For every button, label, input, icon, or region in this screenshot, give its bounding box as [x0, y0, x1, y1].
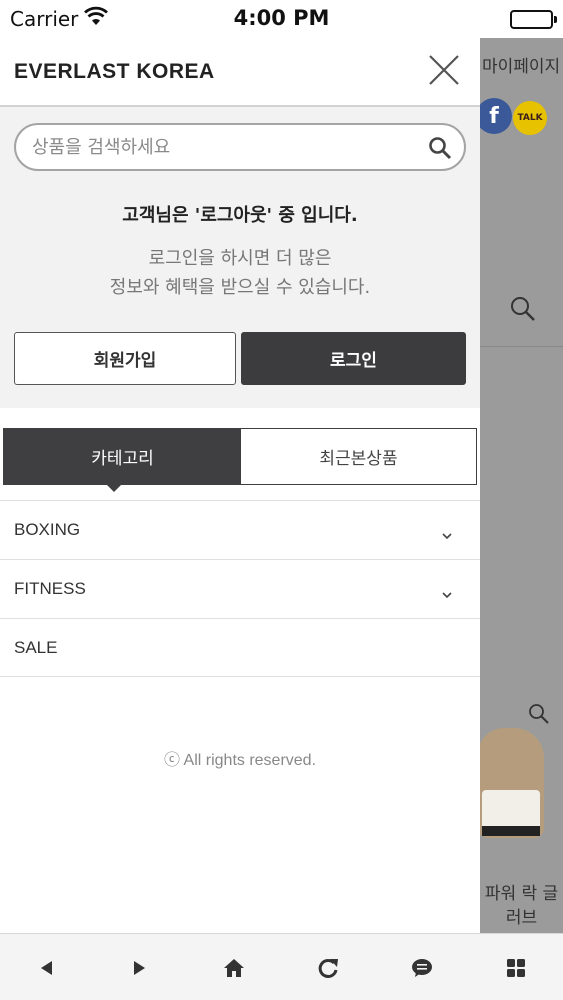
back-icon[interactable]: [34, 956, 58, 980]
login-prompt-line1: 로그인을 하시면 더 많은: [148, 248, 332, 269]
tab-bar: 카테고리 최근본상품: [3, 428, 477, 485]
side-drawer: EVERLAST KOREA 고객님은 '로그아웃' 중 입니다. 로그인을 하…: [0, 38, 480, 933]
divider: [480, 346, 563, 347]
menu-item-label: FITNESS: [14, 579, 86, 598]
menu-item-label: SALE: [14, 637, 58, 657]
refresh-icon[interactable]: [316, 956, 340, 980]
product-image: [480, 728, 544, 838]
tab-category[interactable]: 카테고리: [4, 429, 241, 484]
chevron-down-icon[interactable]: [442, 525, 452, 545]
login-button[interactable]: 로그인: [241, 332, 466, 385]
kakaotalk-icon: TALK: [513, 101, 547, 135]
product-name: 파워 락 글러브: [484, 884, 559, 928]
menu-item-sale[interactable]: SALE: [0, 618, 480, 677]
search-icon: [510, 296, 536, 326]
forward-icon[interactable]: [128, 956, 152, 980]
chat-icon[interactable]: [410, 956, 434, 980]
search-input[interactable]: [32, 134, 422, 160]
status-bar: Carrier 4:00 PM: [0, 0, 563, 38]
search-icon[interactable]: [428, 136, 452, 164]
mypage-link: 마이페이지: [482, 57, 561, 77]
zoom-icon: [528, 703, 550, 729]
login-prompt-line2: 정보와 혜택을 받으실 수 있습니다.: [109, 277, 371, 298]
search-box: [14, 123, 466, 171]
bottom-toolbar: [0, 933, 563, 1000]
menu-section: 카테고리 최근본상품 BOXING FITNESS SALE ⓒ All rig…: [0, 408, 480, 933]
active-tab-pointer: [107, 485, 121, 492]
close-icon: [429, 55, 459, 85]
home-icon[interactable]: [222, 956, 246, 980]
chevron-down-icon[interactable]: [442, 584, 452, 604]
category-menu: BOXING FITNESS SALE: [0, 500, 480, 677]
copyright-text: ⓒ All rights reserved.: [163, 752, 317, 769]
facebook-icon: f: [480, 98, 512, 134]
menu-item-boxing[interactable]: BOXING: [0, 500, 480, 559]
login-prompt: 로그인을 하시면 더 많은 정보와 혜택을 받으실 수 있습니다.: [0, 244, 480, 302]
grid-icon[interactable]: [504, 956, 528, 980]
clock: 4:00 PM: [233, 6, 330, 30]
tab-recent-products[interactable]: 최근본상품: [241, 429, 476, 484]
battery-icon: [510, 10, 557, 29]
brand-title: EVERLAST KOREA: [14, 60, 215, 83]
menu-item-label: BOXING: [14, 520, 81, 539]
login-status-text: 고객님은 '로그아웃' 중 입니다.: [122, 205, 358, 226]
close-button[interactable]: [424, 50, 464, 90]
background-page-overlay[interactable]: 마이페이지 f TALK 파워 락 글러브: [480, 38, 563, 933]
drawer-header: EVERLAST KOREA: [0, 38, 480, 107]
menu-item-fitness[interactable]: FITNESS: [0, 559, 480, 618]
join-button[interactable]: 회원가입: [14, 332, 236, 385]
